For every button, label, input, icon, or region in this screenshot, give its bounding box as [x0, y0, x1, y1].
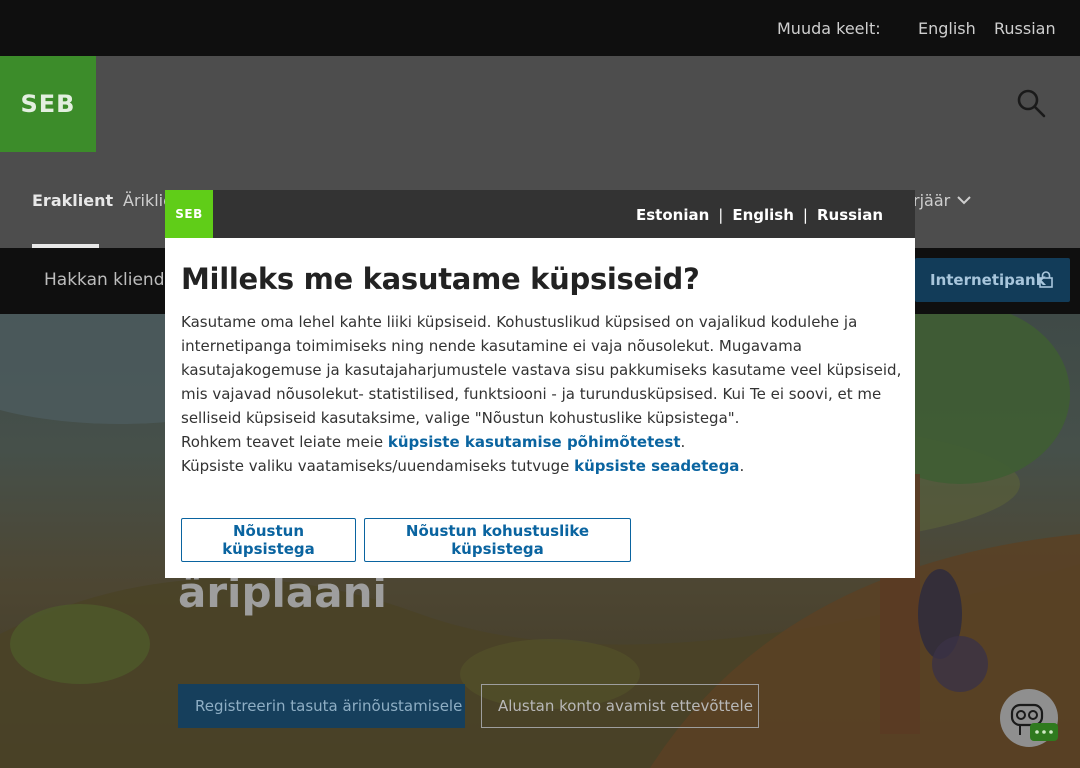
- more-info-suffix: .: [680, 433, 686, 451]
- cookie-button-row: Nõustun küpsistega Nõustun kohustuslike …: [181, 518, 631, 562]
- cookie-lang-russian[interactable]: Russian: [817, 206, 883, 224]
- cookie-lang-estonian[interactable]: Estonian: [636, 206, 709, 224]
- cookie-language-switcher: Estonian | English | Russian: [636, 206, 883, 224]
- seb-logo-small-text: SEB: [175, 207, 203, 221]
- cookie-description: Kasutame oma lehel kahte liiki küpsiseid…: [181, 313, 902, 427]
- lang-separator: |: [718, 206, 724, 224]
- cookie-lang-english[interactable]: English: [732, 206, 794, 224]
- cookie-settings-info: Küpsiste valiku vaatamiseks/uuendamiseks…: [181, 454, 903, 478]
- accept-all-cookies-button[interactable]: Nõustun küpsistega: [181, 518, 356, 562]
- cookie-more-info: Rohkem teavet leiate meie küpsiste kasut…: [181, 430, 903, 454]
- cookie-consent-dialog: SEB Estonian | English | Russian Milleks…: [165, 190, 915, 578]
- cookie-dialog-header: SEB Estonian | English | Russian: [165, 190, 915, 238]
- cookie-dialog-body: Kasutame oma lehel kahte liiki küpsiseid…: [181, 310, 903, 478]
- lang-separator: |: [802, 206, 808, 224]
- more-info-prefix: Rohkem teavet leiate meie: [181, 433, 388, 451]
- accept-required-cookies-button[interactable]: Nõustun kohustuslike küpsistega: [364, 518, 631, 562]
- cookie-policy-link[interactable]: küpsiste kasutamise põhimõtetest: [388, 433, 681, 451]
- cookie-settings-link[interactable]: küpsiste seadetega: [574, 457, 739, 475]
- settings-prefix: Küpsiste valiku vaatamiseks/uuendamiseks…: [181, 457, 575, 475]
- seb-logo-small: SEB: [165, 190, 213, 238]
- cookie-dialog-title: Milleks me kasutame küpsiseid?: [181, 262, 700, 296]
- settings-suffix: .: [739, 457, 745, 475]
- app-root: Muuda keelt: English Russian SEB Eraklie…: [0, 0, 1080, 768]
